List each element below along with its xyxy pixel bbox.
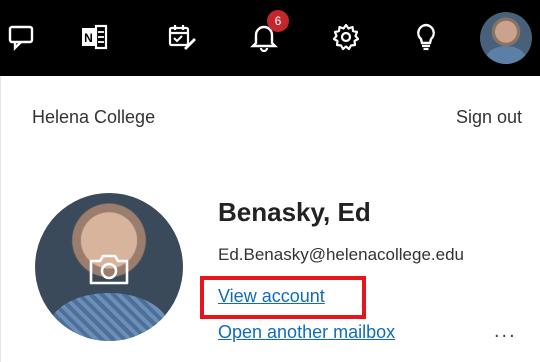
profile-photo-shirt xyxy=(49,293,169,341)
open-another-mailbox-link[interactable]: Open another mailbox xyxy=(218,322,395,343)
profile-photo[interactable] xyxy=(35,193,183,341)
chat-icon[interactable] xyxy=(4,19,40,55)
calendar-todo-icon[interactable] xyxy=(164,19,200,55)
user-display-name: Benasky, Ed xyxy=(218,197,371,227)
organization-name: Helena College xyxy=(32,107,156,127)
onenote-icon[interactable]: N xyxy=(76,19,112,55)
notification-badge: 6 xyxy=(267,10,289,32)
more-options-icon[interactable]: ... xyxy=(494,320,517,343)
highlight-annotation xyxy=(200,276,366,319)
svg-text:N: N xyxy=(84,31,93,45)
avatar-shirt xyxy=(486,46,526,64)
camera-icon[interactable] xyxy=(87,251,131,287)
avatar[interactable] xyxy=(480,12,532,64)
sign-out-link[interactable]: Sign out xyxy=(456,107,522,128)
gear-icon[interactable] xyxy=(328,19,364,55)
top-toolbar: N 6 xyxy=(0,0,540,76)
lightbulb-icon[interactable] xyxy=(408,19,444,55)
user-email: Ed.Benasky@helenacollege.edu xyxy=(218,245,464,264)
